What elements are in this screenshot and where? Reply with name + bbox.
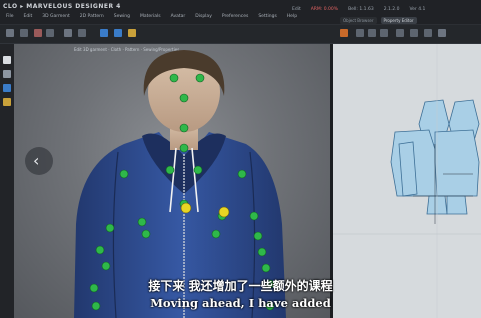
avatar-icon[interactable] (3, 56, 11, 64)
pin-point[interactable] (179, 93, 189, 103)
garment-icon[interactable] (3, 70, 11, 78)
grid-tool-icon[interactable] (410, 29, 418, 37)
edit-point-icon[interactable] (356, 29, 364, 37)
pin-point[interactable] (101, 261, 111, 271)
pin-point[interactable] (119, 169, 129, 179)
pin-tool-icon[interactable] (64, 29, 72, 37)
pin-point[interactable] (257, 247, 267, 257)
texture-tool-icon[interactable] (100, 29, 108, 37)
subtitle-overlay: 接下来 我还增加了一些额外的课程 Moving ahead, I have ad… (0, 277, 481, 310)
main-menu: File Edit 3D Garment 2D Pattern Sewing Materi… (6, 14, 297, 19)
move-tool-icon[interactable] (20, 29, 28, 37)
hanger-icon[interactable] (3, 84, 11, 92)
menu-item-settings[interactable]: Settings (258, 14, 276, 19)
rect-tool-icon[interactable] (396, 29, 404, 37)
pin-point[interactable] (253, 231, 263, 241)
app-logo: CLO ▸ MARVELOUS DESIGNER 4 (3, 3, 121, 10)
pin-point[interactable] (249, 211, 259, 221)
pin-point[interactable] (137, 217, 147, 227)
selected-pin-point[interactable] (218, 206, 230, 218)
menu-item-2d-pattern[interactable]: 2D Pattern (80, 14, 104, 19)
menu-item-materials[interactable]: Materials (140, 14, 161, 19)
pattern-tool-icon[interactable] (340, 29, 348, 37)
tack-tool-icon[interactable] (46, 29, 54, 37)
status-item: Bell: 1.1.63 (348, 7, 374, 12)
pin-point[interactable] (261, 263, 271, 273)
pin-point[interactable] (193, 165, 203, 175)
menu-item-edit[interactable]: Edit (24, 14, 33, 19)
pin-point[interactable] (237, 169, 247, 179)
sew-tool-icon[interactable] (424, 29, 432, 37)
chevron-left-icon: ‹ (33, 151, 40, 170)
arrange-tool-icon[interactable] (438, 29, 446, 37)
pin-point[interactable] (169, 73, 179, 83)
toolbar (0, 25, 481, 44)
status-item: Edit (292, 7, 301, 12)
previous-arrow-button[interactable]: ‹ (25, 147, 53, 175)
status-item: 2.1.2.0 (383, 7, 400, 12)
menu-item-avatar[interactable]: Avatar (171, 14, 186, 19)
pin-point[interactable] (179, 123, 189, 133)
status-item: Ver 4.1 (409, 7, 426, 12)
measure-tool-icon[interactable] (128, 29, 136, 37)
pin-point[interactable] (105, 223, 115, 233)
curve-tool-icon[interactable] (380, 29, 388, 37)
menu-item-display[interactable]: Display (195, 14, 212, 19)
menu-item-sewing[interactable]: Sewing (114, 14, 130, 19)
subtitle-chinese: 接下来 我还增加了一些额外的课程 (148, 279, 333, 293)
fold-tool-icon[interactable] (34, 29, 42, 37)
menu-item-preferences[interactable]: Preferences (222, 14, 248, 19)
menu-item-help[interactable]: Help (287, 14, 297, 19)
status-bar: Edit ARM: 0.00% Bell: 1.1.63 2.1.2.0 Ver 4.1 (292, 7, 425, 12)
pin-point[interactable] (179, 143, 189, 153)
pin-point[interactable] (141, 229, 151, 239)
pin-point[interactable] (165, 165, 175, 175)
pin-point[interactable] (195, 73, 205, 83)
panel-tabs: Object Browser Property Editor (340, 17, 417, 24)
panel-tab-property-editor[interactable]: Property Editor (380, 17, 417, 24)
segment-tool-icon[interactable] (368, 29, 376, 37)
render-icon[interactable] (3, 98, 11, 106)
menu-item-3d-garment[interactable]: 3D Garment (42, 14, 70, 19)
status-item: ARM: 0.00% (310, 7, 339, 12)
pin-point[interactable] (95, 245, 105, 255)
brush-tool-icon[interactable] (78, 29, 86, 37)
panel-tab-object-browser[interactable]: Object Browser (340, 17, 377, 24)
subtitle-english: Moving ahead, I have added (150, 296, 331, 310)
pin-point[interactable] (211, 229, 221, 239)
menu-bar: CLO ▸ MARVELOUS DESIGNER 4 File Edit 3D Ga… (0, 0, 481, 25)
uv-tool-icon[interactable] (114, 29, 122, 37)
selected-pin-point[interactable] (180, 202, 192, 214)
select-tool-icon[interactable] (6, 29, 14, 37)
menu-item-file[interactable]: File (6, 14, 14, 19)
